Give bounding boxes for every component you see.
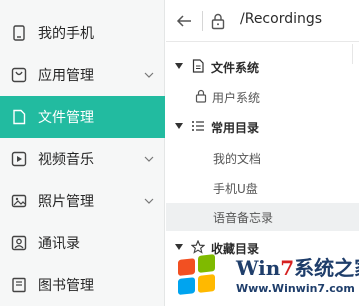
expand-triangle-icon[interactable] — [175, 123, 183, 129]
sidebar-item-video-music[interactable]: 视频音乐 — [0, 138, 165, 180]
image-icon — [11, 194, 27, 208]
sidebar-item-label: 图书管理 — [38, 278, 94, 294]
sidebar: 我的手机 应用管理 文件管理 视频音乐 照片管理 通讯录 图书管理 — [0, 0, 165, 306]
tree-node-label: 语音备忘录 — [213, 211, 274, 225]
sidebar-item-app-management[interactable]: 应用管理 — [0, 54, 165, 96]
file-icon — [13, 109, 26, 125]
chevron-down-icon — [144, 72, 154, 78]
sidebar-item-label: 通讯录 — [38, 236, 80, 252]
tree-node-label: 我的文档 — [213, 152, 262, 166]
sidebar-item-label: 文件管理 — [38, 110, 94, 126]
contact-card-icon — [11, 235, 27, 251]
sidebar-item-contacts[interactable]: 通讯录 — [0, 222, 165, 264]
watermark-url: Www.Winwin7.com — [236, 282, 355, 295]
phone-icon — [13, 25, 25, 41]
tree-node-phone-udisk[interactable]: 手机U盘 — [166, 175, 359, 200]
tree-node-label: 用户系统 — [212, 91, 261, 105]
watermark-title-seven: 7 — [280, 256, 295, 280]
book-icon — [12, 277, 26, 293]
back-arrow-icon[interactable] — [175, 12, 193, 30]
tree-node-my-documents[interactable]: 我的文档 — [166, 145, 359, 170]
path-bar: /Recordings — [166, 0, 359, 42]
list-icon — [192, 121, 204, 131]
tree-node-common-directories[interactable]: 常用目录 — [166, 114, 359, 139]
play-icon — [11, 151, 27, 167]
sidebar-item-label: 我的手机 — [38, 26, 94, 42]
sidebar-item-book-management[interactable]: 图书管理 — [0, 264, 165, 306]
chevron-down-icon — [144, 198, 154, 204]
current-path: /Recordings — [240, 11, 323, 27]
document-icon — [192, 59, 204, 73]
sidebar-item-label: 应用管理 — [38, 68, 94, 84]
app-bag-icon — [11, 67, 27, 83]
chevron-down-icon — [144, 156, 154, 162]
sidebar-item-label: 视频音乐 — [38, 152, 94, 168]
expand-triangle-icon[interactable] — [175, 63, 183, 69]
tree-node-filesystem[interactable]: 文件系统 — [166, 54, 359, 79]
tree-node-user-system[interactable]: 用户系统 — [166, 84, 359, 109]
sidebar-item-photo-management[interactable]: 照片管理 — [0, 180, 165, 222]
watermark-title-suffix: 系统之家 — [294, 256, 359, 280]
tree-node-label: 文件系统 — [211, 61, 260, 75]
divider — [202, 11, 203, 31]
lock-icon — [195, 89, 207, 103]
tree-node-voice-memos[interactable]: 语音备忘录 — [166, 203, 359, 231]
tree-node-label: 手机U盘 — [213, 182, 258, 196]
lock-icon — [211, 13, 225, 30]
sidebar-item-label: 照片管理 — [38, 194, 94, 210]
watermark-title: Win7系统之家 — [236, 252, 359, 281]
watermark-title-prefix: Win — [236, 256, 281, 280]
tree-node-label: 常用目录 — [211, 121, 260, 135]
sidebar-item-file-management[interactable]: 文件管理 — [0, 96, 165, 138]
sidebar-item-my-phone[interactable]: 我的手机 — [0, 12, 165, 54]
